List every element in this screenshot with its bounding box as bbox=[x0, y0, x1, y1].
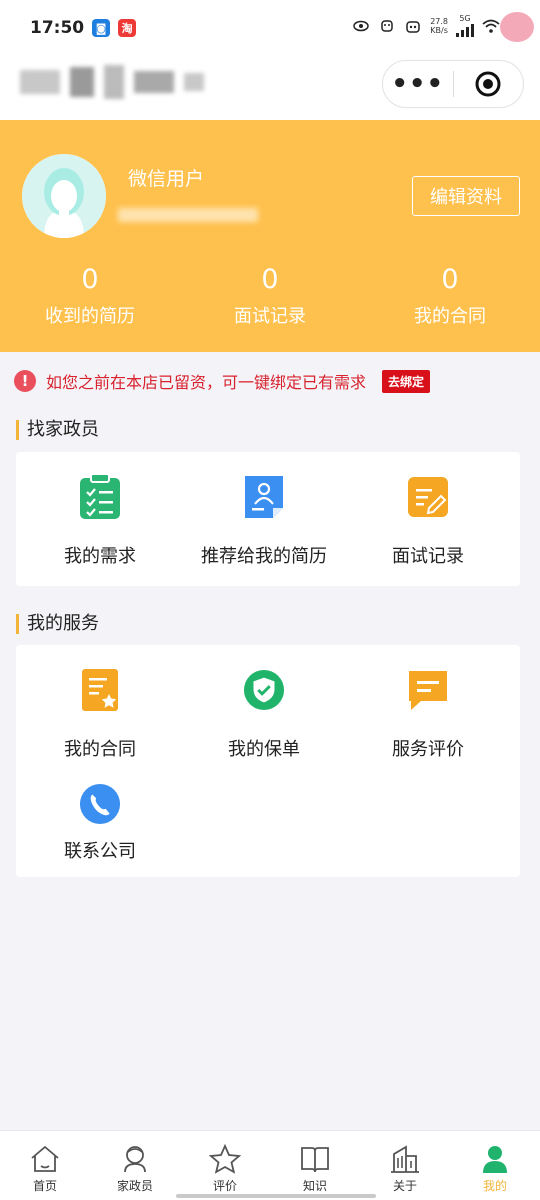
tab-mine[interactable]: 我的 bbox=[450, 1131, 540, 1200]
phone-icon bbox=[79, 781, 121, 827]
alien-icon bbox=[378, 18, 396, 34]
signal-icon bbox=[456, 23, 474, 37]
status-bar: 17:50 ◙ 淘 27.8 KB/s 5G bbox=[0, 0, 540, 56]
stat-interviews[interactable]: 0 面试记录 bbox=[180, 264, 360, 328]
mini-program-header: ••• bbox=[0, 56, 540, 120]
speed-value: 27.8 bbox=[430, 16, 448, 26]
tab-knowledge[interactable]: 知识 bbox=[270, 1131, 360, 1200]
building-icon bbox=[389, 1143, 421, 1175]
tab-label: 关于 bbox=[392, 1179, 417, 1193]
housekeeper-icon bbox=[119, 1143, 151, 1175]
tab-about[interactable]: 关于 bbox=[360, 1131, 450, 1200]
stat-label: 收到的简历 bbox=[45, 306, 135, 327]
stat-label: 面试记录 bbox=[234, 306, 306, 327]
notice-text: 如您之前在本店已留资，可一键绑定已有需求 bbox=[46, 373, 367, 392]
stats-row: 0 收到的简历 0 面试记录 0 我的合同 bbox=[0, 264, 540, 328]
tab-home[interactable]: 首页 bbox=[0, 1131, 90, 1200]
stat-resumes[interactable]: 0 收到的简历 bbox=[0, 264, 180, 328]
stat-value: 0 bbox=[441, 264, 459, 295]
blurred-user-info bbox=[118, 208, 258, 222]
avatar[interactable] bbox=[22, 154, 106, 238]
target-icon[interactable] bbox=[454, 70, 524, 98]
grid-item-contract[interactable]: 我的合同 bbox=[16, 667, 184, 761]
battery-flower-icon bbox=[500, 12, 534, 42]
network-label: 5G bbox=[459, 14, 471, 23]
network-type: 5G bbox=[456, 14, 474, 37]
find-card: 我的需求 推荐给我的简历 面试记录 bbox=[16, 452, 520, 586]
warning-icon: ! bbox=[14, 370, 36, 392]
stat-value: 0 bbox=[81, 264, 99, 295]
status-time: 17:50 bbox=[30, 18, 85, 38]
stat-value: 0 bbox=[261, 264, 279, 295]
contract-icon bbox=[79, 667, 121, 713]
stat-contracts[interactable]: 0 我的合同 bbox=[360, 264, 540, 328]
tab-label: 我的 bbox=[482, 1179, 507, 1193]
comment-icon bbox=[407, 667, 449, 713]
tab-label: 知识 bbox=[302, 1179, 327, 1193]
capsule-menu: ••• bbox=[382, 60, 524, 108]
book-icon bbox=[299, 1143, 331, 1175]
eye-icon bbox=[352, 18, 370, 34]
stat-label: 我的合同 bbox=[414, 306, 486, 327]
tab-housekeeper[interactable]: 家政员 bbox=[90, 1131, 180, 1200]
checklist-icon bbox=[79, 474, 121, 520]
star-icon bbox=[209, 1143, 241, 1175]
status-indicators: 27.8 KB/s 5G bbox=[352, 14, 500, 37]
edit-note-icon bbox=[407, 474, 449, 520]
grid-item-my-demand[interactable]: 我的需求 bbox=[16, 474, 184, 568]
qq-browser-icon: ◙ bbox=[92, 19, 111, 37]
grid-item-label: 面试记录 bbox=[392, 546, 464, 567]
grid-item-review[interactable]: 服务评价 bbox=[344, 667, 512, 761]
service-card: 我的合同 我的保单 服务评价 联系公司 bbox=[16, 645, 520, 877]
tab-label: 首页 bbox=[32, 1179, 57, 1193]
grid-item-label: 我的需求 bbox=[64, 546, 136, 567]
grid-item-label: 推荐给我的简历 bbox=[201, 546, 327, 567]
blurred-title bbox=[20, 62, 220, 102]
wifi-icon bbox=[482, 18, 500, 34]
grid-item-label: 我的合同 bbox=[64, 739, 136, 760]
taobao-icon: 淘 bbox=[118, 19, 137, 37]
section-title-find: 找家政员 bbox=[16, 420, 99, 440]
profile-banner: 微信用户 编辑资料 0 收到的简历 0 面试记录 0 我的合同 bbox=[0, 120, 540, 352]
home-icon bbox=[29, 1143, 61, 1175]
bottom-tab-bar: 首页 家政员 评价 知识 关于 我的 bbox=[0, 1130, 540, 1200]
grid-item-contact[interactable]: 联系公司 bbox=[16, 781, 184, 863]
resume-icon bbox=[243, 474, 285, 520]
bind-button[interactable]: 去绑定 bbox=[382, 369, 431, 393]
edit-profile-button[interactable]: 编辑资料 bbox=[412, 176, 520, 216]
speed-unit: KB/s bbox=[430, 25, 448, 35]
section-title-service: 我的服务 bbox=[16, 614, 99, 634]
grid-item-interviews[interactable]: 面试记录 bbox=[344, 474, 512, 568]
grid-item-label: 联系公司 bbox=[64, 841, 136, 862]
user-name: 微信用户 bbox=[128, 168, 205, 190]
network-speed: 27.8 KB/s bbox=[430, 17, 448, 35]
home-indicator bbox=[176, 1194, 376, 1198]
shield-check-icon bbox=[243, 667, 285, 713]
user-icon bbox=[479, 1143, 511, 1175]
grid-item-policy[interactable]: 我的保单 bbox=[180, 667, 348, 761]
grid-item-label: 服务评价 bbox=[392, 739, 464, 760]
tab-label: 家政员 bbox=[116, 1179, 153, 1193]
grid-item-label: 我的保单 bbox=[228, 739, 300, 760]
robot-icon bbox=[404, 18, 422, 34]
tab-reviews[interactable]: 评价 bbox=[180, 1131, 270, 1200]
bind-notice: ! 如您之前在本店已留资，可一键绑定已有需求 去绑定 bbox=[14, 366, 534, 396]
tab-label: 评价 bbox=[212, 1179, 237, 1193]
more-dots-icon[interactable]: ••• bbox=[383, 71, 453, 97]
grid-item-resumes[interactable]: 推荐给我的简历 bbox=[180, 474, 348, 568]
